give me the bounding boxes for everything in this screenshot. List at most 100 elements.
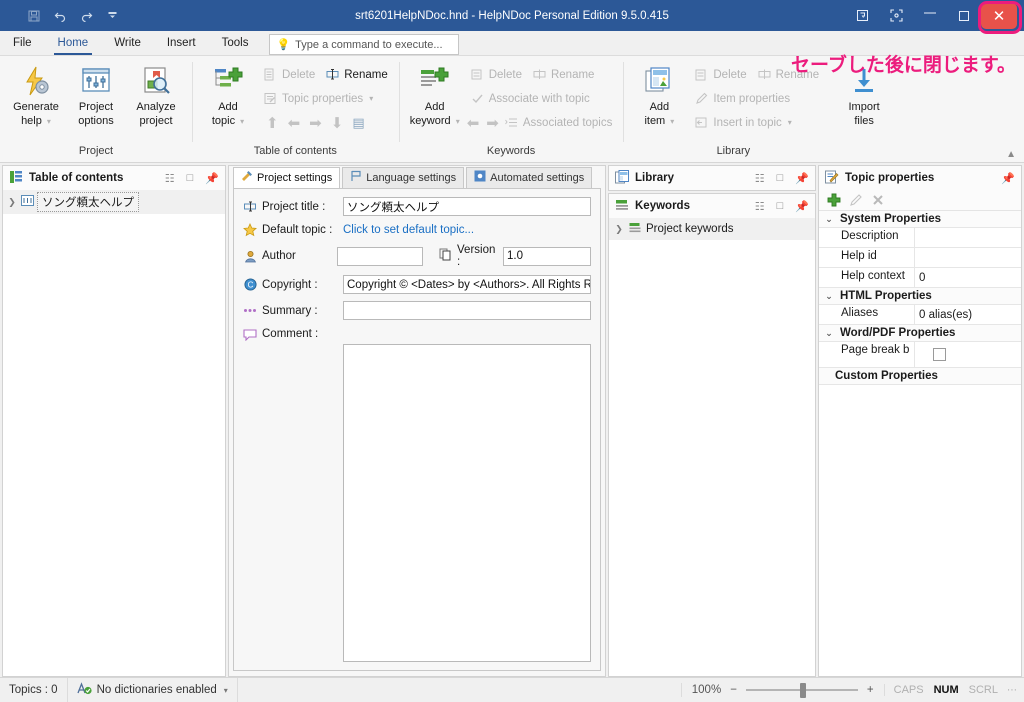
minimize-button[interactable] xyxy=(913,1,947,31)
chevron-down-icon[interactable]: ▾ xyxy=(224,686,228,695)
property-row[interactable]: Help id xyxy=(819,248,1021,268)
keyword-delete-button[interactable]: Delete xyxy=(465,64,527,85)
maximize-icon[interactable]: □ xyxy=(777,200,784,212)
chevron-down-icon[interactable]: ▾ xyxy=(670,117,674,126)
toc-rename-button[interactable]: Rename xyxy=(320,64,392,85)
maximize-icon[interactable]: □ xyxy=(777,172,784,184)
property-row[interactable]: Page break b xyxy=(819,342,1021,368)
tab-insert[interactable]: Insert xyxy=(154,31,209,55)
associated-topics-button[interactable]: Associated topics xyxy=(499,112,618,133)
property-group-custom[interactable]: Custom Properties xyxy=(819,368,1021,385)
tab-automated-settings[interactable]: Automated settings xyxy=(466,167,593,188)
maximize-icon[interactable]: □ xyxy=(187,172,194,184)
summary-input[interactable] xyxy=(343,301,591,320)
pin-icon[interactable]: 📌 xyxy=(205,172,219,185)
tab-write[interactable]: Write xyxy=(101,31,154,55)
chevron-down-icon[interactable]: ▾ xyxy=(788,118,792,127)
move-up-icon[interactable]: ⬆ xyxy=(266,114,279,132)
move-down-icon[interactable]: ⬇ xyxy=(331,114,344,132)
close-button[interactable]: ✕ xyxy=(981,2,1017,29)
keyword-left-icon[interactable]: ⬅ xyxy=(467,114,480,132)
restore-icon[interactable]: ☷ xyxy=(165,172,175,185)
item-properties-button[interactable]: Item properties xyxy=(689,88,795,109)
keyword-right-icon[interactable]: ➡ xyxy=(486,114,499,132)
resize-grip[interactable]: ⋯ xyxy=(1007,685,1024,696)
customize-qat-icon[interactable] xyxy=(100,5,124,27)
restore-icon[interactable]: ☷ xyxy=(755,200,765,213)
author-input[interactable] xyxy=(337,246,424,266)
property-row[interactable]: Aliases 0 alias(es) xyxy=(819,305,1021,325)
tab-file[interactable]: File xyxy=(0,31,45,55)
zoom-out-button[interactable]: − xyxy=(730,684,737,696)
restore-icon[interactable]: ☷ xyxy=(755,172,765,185)
move-left-icon[interactable]: ⬅ xyxy=(288,114,301,132)
zoom-slider[interactable] xyxy=(745,682,858,698)
property-group-html[interactable]: ⌄ HTML Properties xyxy=(819,288,1021,305)
maximize-button[interactable] xyxy=(947,1,981,31)
page-break-checkbox[interactable] xyxy=(933,348,946,361)
property-value[interactable] xyxy=(915,228,1021,247)
property-row[interactable]: Help context 0 xyxy=(819,268,1021,288)
comment-textarea[interactable] xyxy=(343,344,591,662)
property-value[interactable] xyxy=(915,342,1021,367)
default-topic-link[interactable]: Click to set default topic... xyxy=(343,224,474,236)
generate-help-button[interactable]: Generate help ▾ xyxy=(6,59,66,145)
list-view-icon[interactable]: ▤ xyxy=(352,115,364,131)
add-keyword-button[interactable]: Add keyword ▾ xyxy=(405,59,465,145)
expander-icon[interactable]: ❯ xyxy=(6,197,18,208)
property-row[interactable]: Description xyxy=(819,228,1021,248)
zoom-in-button[interactable]: + xyxy=(867,684,874,696)
add-item-button[interactable]: Add item ▾ xyxy=(629,59,689,145)
keyword-rename-button[interactable]: Rename xyxy=(527,64,599,85)
property-value[interactable]: 0 alias(es) xyxy=(915,305,1021,324)
move-right-icon[interactable]: ➡ xyxy=(309,114,322,132)
edit-property-button[interactable] xyxy=(846,192,865,209)
chevron-down-icon[interactable]: ▾ xyxy=(369,94,373,103)
keywords-tree[interactable]: ❯ Project keywords xyxy=(609,218,815,676)
zoom-slider-handle[interactable] xyxy=(799,682,806,698)
tab-tools[interactable]: Tools xyxy=(209,31,262,55)
insert-in-topic-button[interactable]: Insert in topic ▾ xyxy=(689,112,796,133)
tab-project-settings[interactable]: Project settings xyxy=(233,167,341,188)
toc-delete-button[interactable]: Delete xyxy=(258,64,320,85)
keywords-tree-item[interactable]: ❯ Project keywords xyxy=(609,218,815,240)
chevron-down-icon[interactable]: ⌄ xyxy=(823,328,835,339)
chevron-down-icon[interactable]: ▾ xyxy=(47,117,51,126)
copyright-label: Copyright : xyxy=(262,278,318,291)
copyright-input[interactable]: Copyright © <Dates> by <Authors>. All Ri… xyxy=(343,275,591,294)
undo-icon[interactable] xyxy=(48,5,72,27)
add-property-button[interactable] xyxy=(824,192,843,209)
toc-tree-item[interactable]: ❯ ソング頼太ヘルプ xyxy=(3,190,225,214)
toc-topic-properties-button[interactable]: Topic properties ▾ xyxy=(258,88,378,109)
add-topic-button[interactable]: Add topic ▾ xyxy=(198,59,258,145)
expander-icon[interactable]: ❯ xyxy=(613,224,625,235)
dictionary-status[interactable]: No dictionaries enabled ▾ xyxy=(68,677,238,702)
pin-icon[interactable]: 📌 xyxy=(1001,172,1015,185)
project-title-input[interactable]: ソング頼太ヘルプ xyxy=(343,197,591,216)
library-delete-button[interactable]: Delete xyxy=(689,64,751,85)
chevron-down-icon[interactable]: ▾ xyxy=(240,117,244,126)
command-search-input[interactable]: 💡 Type a command to execute... xyxy=(269,34,460,55)
property-value[interactable]: 0 xyxy=(915,268,1021,287)
redo-icon[interactable] xyxy=(74,5,98,27)
chevron-down-icon[interactable]: ▾ xyxy=(456,117,460,126)
project-options-button[interactable]: Project options xyxy=(66,59,126,145)
collapse-ribbon-icon[interactable]: ▲ xyxy=(1006,149,1016,160)
analyze-project-button[interactable]: Analyze project xyxy=(126,59,186,145)
tab-home[interactable]: Home xyxy=(45,31,102,55)
save-icon[interactable] xyxy=(22,5,46,27)
associate-with-topic-button[interactable]: Associate with topic xyxy=(465,88,595,109)
property-group-wordpdf[interactable]: ⌄ Word/PDF Properties xyxy=(819,325,1021,342)
fullscreen-icon[interactable] xyxy=(879,1,913,31)
toc-tree[interactable]: ❯ ソング頼太ヘルプ xyxy=(3,190,225,676)
pin-icon[interactable]: 📌 xyxy=(795,172,809,185)
property-group-system[interactable]: ⌄ System Properties xyxy=(819,211,1021,228)
tab-language-settings[interactable]: Language settings xyxy=(342,167,465,188)
property-value[interactable] xyxy=(915,248,1021,267)
chevron-down-icon[interactable]: ⌄ xyxy=(823,214,835,225)
pin-icon[interactable]: 📌 xyxy=(795,200,809,213)
version-input[interactable]: 1.0 xyxy=(503,246,591,266)
chevron-down-icon[interactable]: ⌄ xyxy=(823,291,835,302)
delete-property-button[interactable] xyxy=(868,192,887,209)
restore-ribbon-icon[interactable] xyxy=(845,1,879,31)
